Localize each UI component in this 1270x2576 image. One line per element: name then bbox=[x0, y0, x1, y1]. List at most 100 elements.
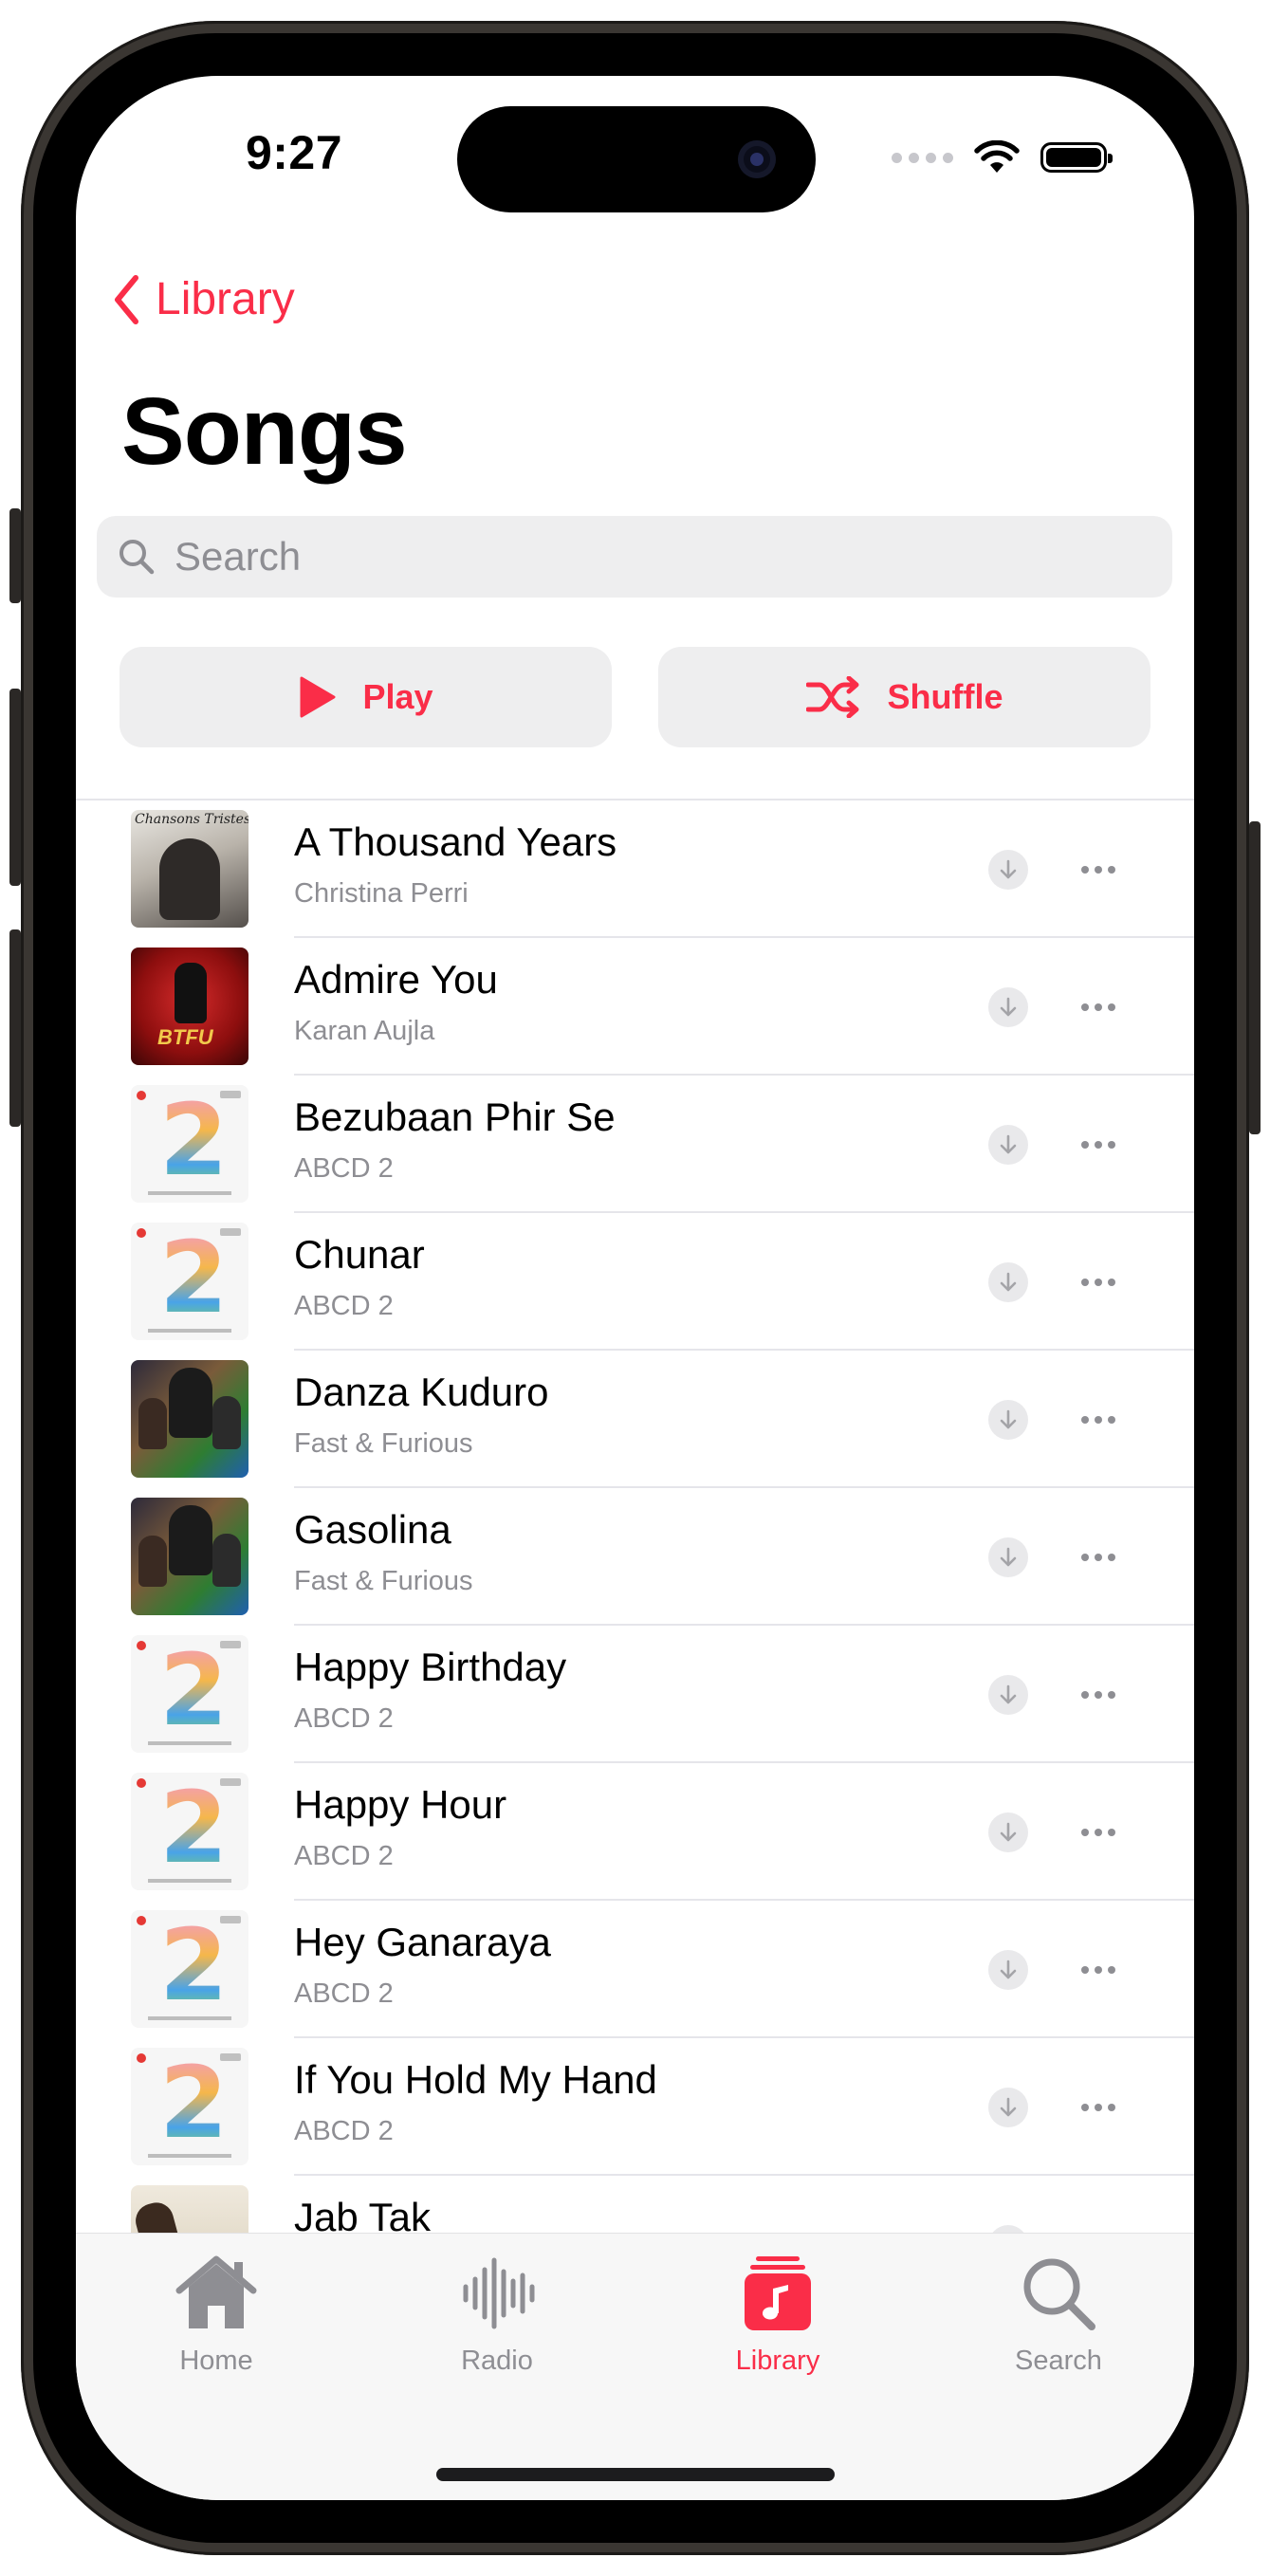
song-row[interactable]: 2 Hey Ganaraya ABCD 2 bbox=[76, 1901, 1194, 2038]
tab-radio-label: Radio bbox=[461, 2346, 533, 2376]
download-button[interactable] bbox=[988, 1400, 1028, 1440]
song-row[interactable]: 2 Chunar ABCD 2 bbox=[76, 1213, 1194, 1351]
more-options-button[interactable] bbox=[1070, 1950, 1127, 1990]
song-title: Bezubaan Phir Se bbox=[294, 1095, 616, 1139]
ellipsis-icon bbox=[1081, 1141, 1089, 1149]
download-arrow-icon bbox=[1000, 1134, 1017, 1154]
album-artwork: BTFU bbox=[131, 948, 248, 1065]
waveform-icon bbox=[463, 2257, 535, 2329]
artwork-title: 2 bbox=[159, 1635, 229, 1748]
song-artist: ABCD 2 bbox=[294, 1153, 394, 1184]
tab-radio[interactable]: Radio bbox=[357, 2254, 637, 2397]
song-artist: Fast & Furious bbox=[294, 1566, 473, 1596]
song-row[interactable]: BTFU Admire You Karan Aujla bbox=[76, 938, 1194, 1076]
album-artwork bbox=[131, 1360, 248, 1478]
artwork-title: 2 bbox=[159, 1773, 229, 1886]
song-artist: ABCD 2 bbox=[294, 1291, 394, 1321]
album-artwork: 2 bbox=[131, 1085, 248, 1203]
download-button[interactable] bbox=[988, 987, 1028, 1027]
song-row[interactable]: 2 Bezubaan Phir Se ABCD 2 bbox=[76, 1076, 1194, 1213]
song-title: Hey Ganaraya bbox=[294, 1920, 551, 1964]
ellipsis-icon bbox=[1081, 1829, 1089, 1836]
chevron-left-icon bbox=[115, 274, 138, 324]
ellipsis-icon bbox=[1081, 1003, 1089, 1011]
download-arrow-icon bbox=[1000, 859, 1017, 879]
song-artist: Fast & Furious bbox=[294, 1428, 473, 1459]
download-button[interactable] bbox=[988, 1262, 1028, 1302]
dynamic-island bbox=[457, 106, 816, 212]
album-artwork: 2 bbox=[131, 1910, 248, 2028]
song-row[interactable]: 2 Happy Hour ABCD 2 bbox=[76, 1763, 1194, 1901]
download-arrow-icon bbox=[1000, 1822, 1017, 1842]
status-time: 9:27 bbox=[245, 126, 343, 179]
song-artist: ABCD 2 bbox=[294, 1978, 394, 2009]
song-row[interactable]: Chansons Tristes A Thousand Years Christ… bbox=[76, 800, 1194, 938]
song-title: A Thousand Years bbox=[294, 819, 617, 864]
download-arrow-icon bbox=[1000, 1272, 1017, 1292]
music-library-icon bbox=[745, 2256, 811, 2330]
shuffle-button[interactable]: Shuffle bbox=[658, 647, 1150, 747]
camera-icon bbox=[738, 140, 776, 178]
song-list: Chansons Tristes A Thousand Years Christ… bbox=[76, 800, 1194, 2313]
more-options-button[interactable] bbox=[1070, 1675, 1127, 1715]
download-button[interactable] bbox=[988, 2088, 1028, 2127]
volume-down-button bbox=[9, 929, 21, 1127]
side-button bbox=[1249, 821, 1261, 1134]
play-button[interactable]: Play bbox=[120, 647, 612, 747]
more-options-button[interactable] bbox=[1070, 1125, 1127, 1165]
back-label: Library bbox=[156, 274, 295, 324]
screen: 9:27 Library Songs Play bbox=[76, 76, 1194, 2500]
download-button[interactable] bbox=[988, 1950, 1028, 1990]
song-title: Gasolina bbox=[294, 1507, 451, 1552]
song-title: Admire You bbox=[294, 957, 498, 1002]
song-artist: ABCD 2 bbox=[294, 1703, 394, 1734]
song-title: Danza Kuduro bbox=[294, 1370, 549, 1414]
ellipsis-icon bbox=[1081, 1691, 1089, 1699]
more-options-button[interactable] bbox=[1070, 1812, 1127, 1852]
search-bar[interactable] bbox=[97, 516, 1172, 598]
search-input[interactable] bbox=[173, 533, 1030, 580]
artwork-title: BTFU bbox=[157, 1025, 213, 1049]
artwork-title: 2 bbox=[159, 1085, 229, 1198]
song-row[interactable]: Gasolina Fast & Furious bbox=[76, 1488, 1194, 1626]
album-artwork bbox=[131, 1498, 248, 1615]
cellular-signal-icon bbox=[892, 152, 953, 163]
album-artwork: 2 bbox=[131, 1635, 248, 1753]
download-arrow-icon bbox=[1000, 1684, 1017, 1704]
more-options-button[interactable] bbox=[1070, 987, 1127, 1027]
download-button[interactable] bbox=[988, 1812, 1028, 1852]
tab-search-label: Search bbox=[1015, 2346, 1102, 2376]
battery-icon bbox=[1040, 142, 1113, 173]
artwork-title: 2 bbox=[159, 1223, 229, 1335]
download-button[interactable] bbox=[988, 850, 1028, 890]
ellipsis-icon bbox=[1081, 866, 1089, 874]
tab-library[interactable]: Library bbox=[637, 2254, 918, 2397]
download-button[interactable] bbox=[988, 1125, 1028, 1165]
song-row[interactable]: 2 If You Hold My Hand ABCD 2 bbox=[76, 2038, 1194, 2176]
more-options-button[interactable] bbox=[1070, 2088, 1127, 2127]
tab-search[interactable]: Search bbox=[918, 2254, 1194, 2397]
back-button[interactable]: Library bbox=[112, 273, 295, 325]
more-options-button[interactable] bbox=[1070, 1537, 1127, 1577]
tab-home[interactable]: Home bbox=[76, 2254, 357, 2397]
artwork-title: 2 bbox=[159, 2048, 229, 2161]
download-button[interactable] bbox=[988, 1675, 1028, 1715]
more-options-button[interactable] bbox=[1070, 850, 1127, 890]
more-options-button[interactable] bbox=[1070, 1400, 1127, 1440]
action-button bbox=[9, 508, 21, 603]
song-title: Happy Birthday bbox=[294, 1645, 567, 1689]
song-row[interactable]: Danza Kuduro Fast & Furious bbox=[76, 1351, 1194, 1488]
song-row[interactable]: 2 Happy Birthday ABCD 2 bbox=[76, 1626, 1194, 1763]
house-icon bbox=[175, 2255, 257, 2328]
song-title: If You Hold My Hand bbox=[294, 2057, 657, 2102]
album-artwork: 2 bbox=[131, 1773, 248, 1890]
song-artist: Christina Perri bbox=[294, 878, 469, 909]
more-options-button[interactable] bbox=[1070, 1262, 1127, 1302]
download-button[interactable] bbox=[988, 1537, 1028, 1577]
play-icon bbox=[300, 676, 336, 718]
magnifier-icon bbox=[1023, 2258, 1095, 2330]
home-indicator bbox=[436, 2468, 835, 2481]
song-artist: ABCD 2 bbox=[294, 2116, 394, 2146]
ellipsis-icon bbox=[1081, 2104, 1089, 2111]
ellipsis-icon bbox=[1081, 1279, 1089, 1286]
